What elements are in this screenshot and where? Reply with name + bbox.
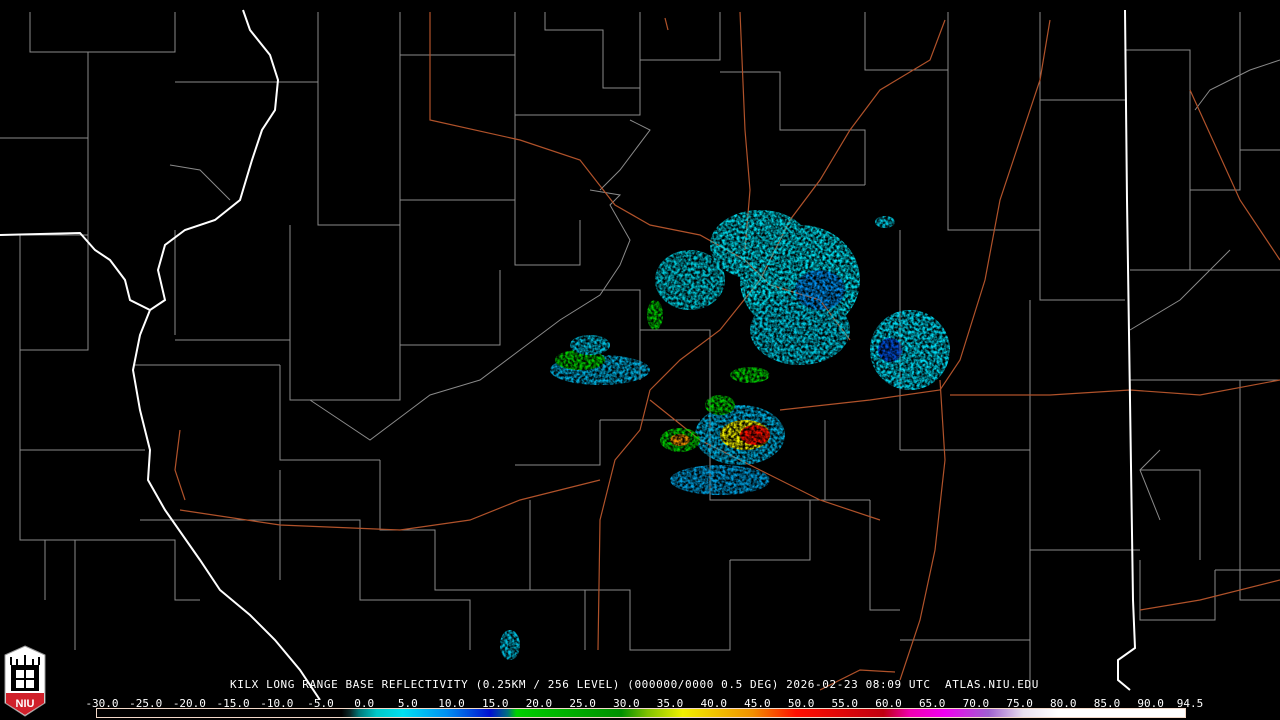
radar-display: NIU KILX LONG RANGE BASE REFLECTIVITY (0… [0, 0, 1280, 720]
color-scale-bar [96, 708, 1186, 718]
radar-map [0, 9, 1280, 700]
county-lines [0, 12, 1280, 690]
radar-echoes [500, 210, 950, 660]
product-title: KILX LONG RANGE BASE REFLECTIVITY (0.25K… [230, 678, 1039, 691]
highways [174, 11, 1280, 691]
